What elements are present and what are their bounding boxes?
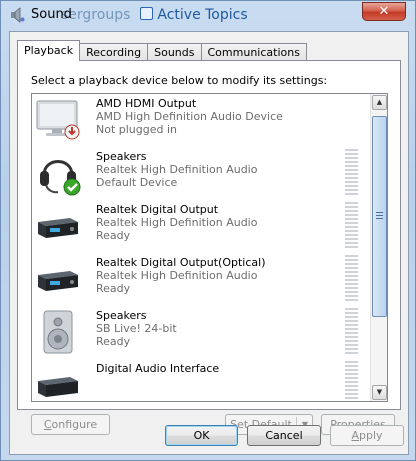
- background-page-strip: sergroups Active Topics: [61, 4, 248, 26]
- device-list-scrollbar[interactable]: ▲ ▼: [370, 94, 387, 401]
- device-name: Digital Audio Interface: [96, 362, 220, 375]
- configure-mnemonic: C: [43, 418, 52, 431]
- tab-playback[interactable]: Playback: [17, 40, 81, 61]
- scroll-down-button[interactable]: ▼: [372, 385, 387, 400]
- playback-tab-panel: Select a playback device below to modify…: [17, 60, 401, 435]
- apply-mnemonic: A: [351, 429, 359, 442]
- tab-sounds[interactable]: Sounds: [147, 43, 202, 61]
- device-item-amd-hdmi[interactable]: AMD HDMI Output AMD High Definition Audi…: [32, 94, 371, 147]
- volume-meter: [345, 308, 358, 356]
- window-title: Sound: [31, 7, 72, 22]
- configure-label: onfigure: [51, 418, 98, 431]
- device-item-digital-audio-interface[interactable]: Digital Audio Interface: [32, 359, 371, 401]
- default-check-icon: [63, 178, 81, 196]
- device-status: Ready: [96, 335, 131, 348]
- ok-button[interactable]: OK: [165, 425, 238, 446]
- device-status: Ready: [96, 282, 131, 295]
- device-driver: Realtek High Definition Audio: [96, 163, 258, 176]
- close-button[interactable]: ✕: [362, 2, 406, 21]
- active-topics-label: Active Topics: [157, 7, 248, 23]
- tab-strip: Playback Recording Sounds Communications: [17, 40, 307, 61]
- apply-label: pply: [359, 429, 383, 442]
- speaker-title-icon: [11, 7, 25, 23]
- device-item-speakers-realtek[interactable]: Speakers Realtek High Definition Audio D…: [32, 147, 371, 200]
- headset-icon: [40, 160, 81, 196]
- volume-meter: [345, 149, 358, 197]
- volume-meter: [345, 361, 358, 401]
- background-text-active-topics: Active Topics: [140, 7, 248, 23]
- instruction-text: Select a playback device below to modify…: [31, 74, 328, 87]
- volume-meter: [345, 202, 358, 250]
- device-name: Speakers: [96, 309, 147, 322]
- device-item-realtek-optical[interactable]: Realtek Digital Output(Optical) Realtek …: [32, 253, 371, 306]
- apply-button[interactable]: Apply: [330, 425, 404, 446]
- playback-device-list[interactable]: AMD HDMI Output AMD High Definition Audi…: [31, 93, 388, 402]
- device-status: Not plugged in: [96, 123, 178, 136]
- cancel-button[interactable]: Cancel: [247, 425, 321, 446]
- monitor-icon: [36, 100, 80, 140]
- speaker-icon: [43, 310, 73, 354]
- device-item-realtek-digital[interactable]: Realtek Digital Output Realtek High Defi…: [32, 200, 371, 253]
- receiver-icon: [38, 271, 78, 291]
- scroll-grip-icon: [376, 212, 383, 220]
- receiver-icon: [38, 218, 78, 238]
- tab-communications[interactable]: Communications: [200, 43, 307, 61]
- dialog-client-area: Playback Recording Sounds Communications…: [9, 31, 409, 455]
- scroll-up-button[interactable]: ▲: [372, 95, 387, 110]
- tab-recording[interactable]: Recording: [79, 43, 149, 61]
- unplugged-badge-icon: [64, 124, 80, 140]
- device-name: Realtek Digital Output: [96, 203, 219, 216]
- device-status: Default Device: [96, 176, 178, 189]
- configure-button[interactable]: Configure: [31, 414, 110, 435]
- active-topics-icon: [140, 7, 154, 20]
- device-driver: AMD High Definition Audio Device: [96, 110, 283, 123]
- receiver-icon: [38, 377, 78, 397]
- device-name: AMD HDMI Output: [96, 97, 197, 110]
- device-name: Realtek Digital Output(Optical): [96, 256, 266, 269]
- scroll-thumb[interactable]: [372, 116, 387, 317]
- device-driver: SB Live! 24-bit: [96, 322, 177, 335]
- device-driver: Realtek High Definition Audio: [96, 216, 258, 229]
- device-status: Ready: [96, 229, 131, 242]
- sound-dialog-window: sergroups Active Topics Sound ✕ Playback…: [0, 0, 416, 461]
- volume-meter: [345, 255, 358, 303]
- device-driver: Realtek High Definition Audio: [96, 269, 258, 282]
- device-name: Speakers: [96, 150, 147, 163]
- device-item-speakers-sblive[interactable]: Speakers SB Live! 24-bit Ready: [32, 306, 371, 359]
